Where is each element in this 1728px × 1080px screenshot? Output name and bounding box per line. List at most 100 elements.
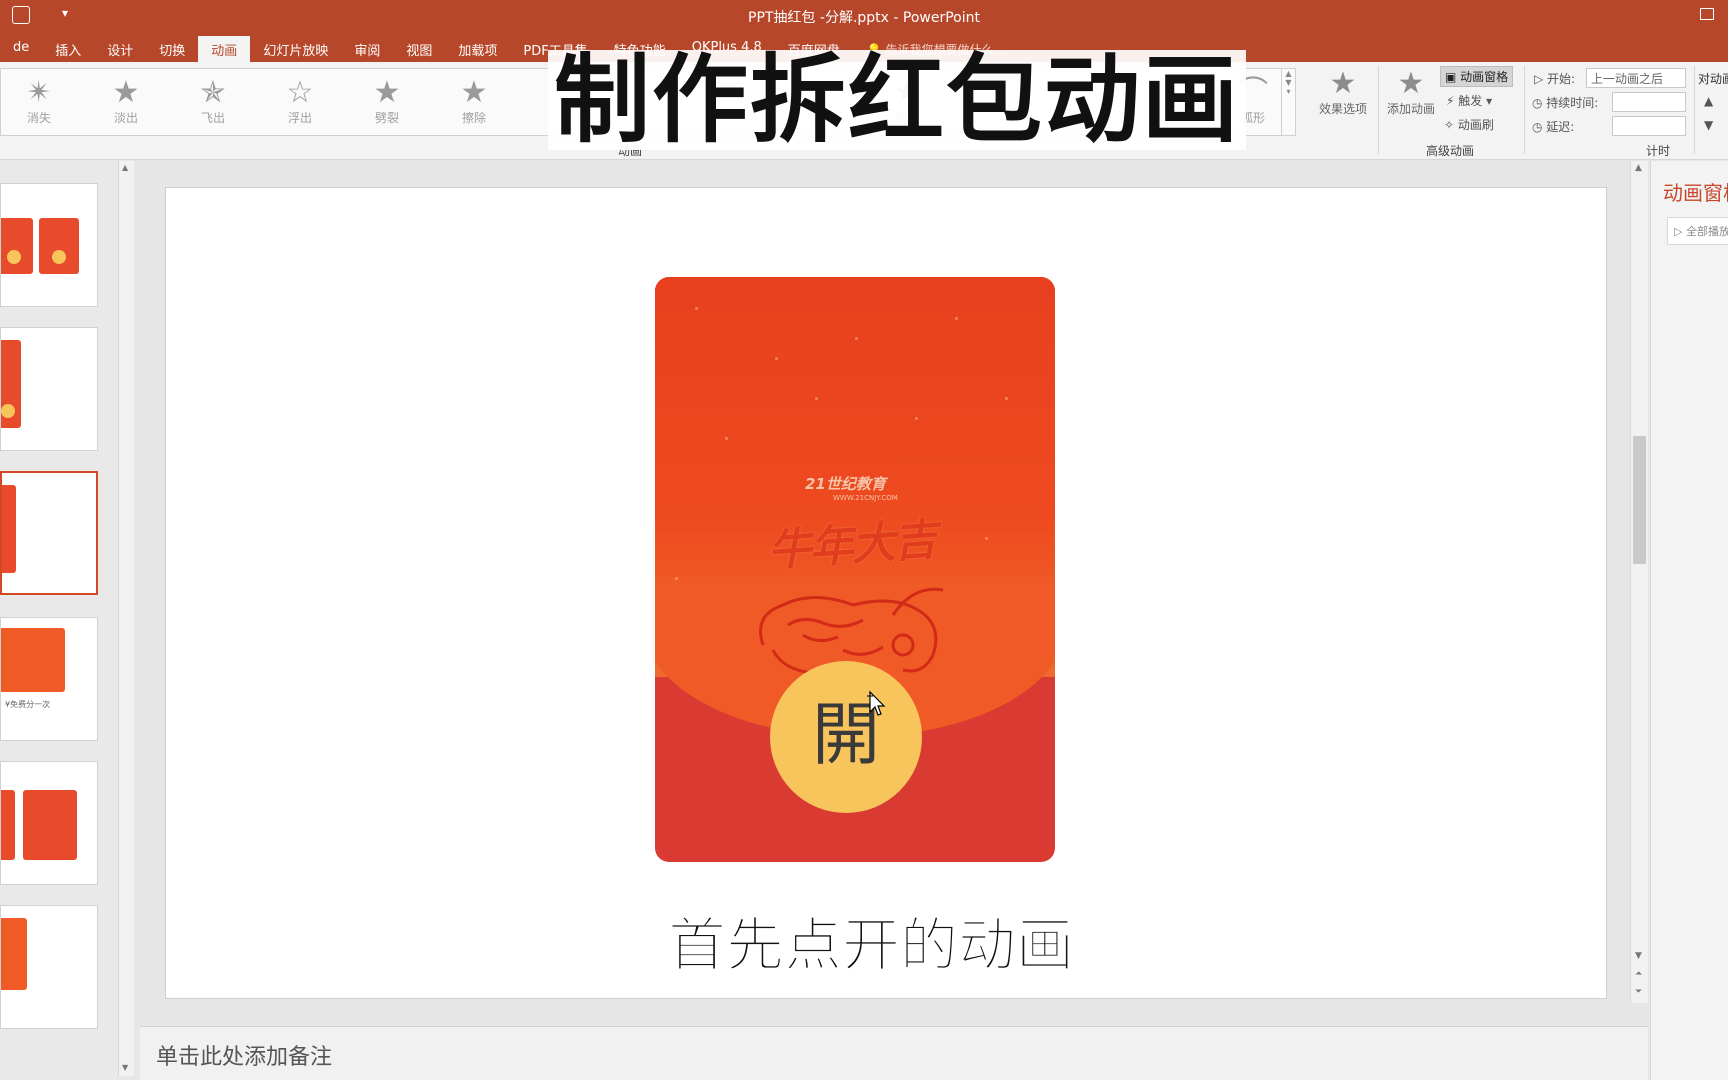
start-select[interactable]: 上一动画之后 bbox=[1586, 68, 1686, 88]
gallery-label: 浮出 bbox=[287, 111, 312, 125]
move-cursor-icon bbox=[867, 690, 886, 716]
clock-icon: ◷ bbox=[1532, 96, 1547, 110]
animation-pane-label: 动画窗格 bbox=[1460, 70, 1509, 84]
play-all-button[interactable]: ▷ 全部播放 bbox=[1667, 217, 1728, 245]
ribbon-separator bbox=[1694, 66, 1695, 154]
slide-thumbnail[interactable] bbox=[0, 761, 98, 885]
thumbnail-envelope bbox=[39, 218, 79, 274]
scroll-down-icon[interactable]: ▼ bbox=[122, 1063, 128, 1072]
tab-animations[interactable]: 动画 bbox=[198, 36, 251, 62]
scroll-thumb[interactable] bbox=[1633, 436, 1646, 564]
tab-view[interactable]: 视图 bbox=[393, 36, 445, 62]
trigger-button[interactable]: ⚡ 触发 ▾ bbox=[1446, 92, 1492, 109]
star-icon: ☆ bbox=[286, 75, 314, 110]
add-animation-button[interactable]: ★ 添加动画 bbox=[1380, 68, 1442, 117]
tab-addins[interactable]: 加载项 bbox=[445, 36, 510, 62]
scroll-up-icon[interactable]: ▲ bbox=[1635, 163, 1642, 173]
duration-label: ◷ 持续时间: bbox=[1532, 94, 1598, 111]
scroll-up-icon[interactable]: ▲ bbox=[122, 163, 128, 172]
gallery-label: 消失 bbox=[26, 111, 51, 125]
play-icon: ▷ bbox=[1674, 225, 1686, 238]
thumbnail-envelope bbox=[1, 218, 33, 274]
effect-options-label: 效果选项 bbox=[1318, 102, 1367, 116]
slide-thumbnail[interactable] bbox=[0, 905, 98, 1029]
tab-design[interactable]: 设计 bbox=[94, 36, 146, 62]
gallery-item-fade[interactable]: ★ 淡出 bbox=[96, 77, 156, 126]
notes-pane[interactable]: 单击此处添加备注 bbox=[140, 1026, 1648, 1080]
delay-input[interactable] bbox=[1612, 116, 1686, 136]
animation-painter-button[interactable]: ✧ 动画刷 bbox=[1444, 116, 1494, 133]
slide-thumbnail-selected[interactable] bbox=[0, 471, 98, 595]
slide-thumbnails-panel: ¥免费分一次 bbox=[0, 161, 122, 1080]
notes-placeholder: 单击此处添加备注 bbox=[156, 1045, 333, 1070]
add-animation-icon: ★ bbox=[1397, 66, 1425, 101]
tab-review[interactable]: 审阅 bbox=[341, 36, 393, 62]
gallery-item-split[interactable]: ★ 劈裂 bbox=[357, 77, 417, 126]
video-subtitle-caption: 首先点开的动画 bbox=[667, 911, 1075, 980]
animation-pane-button[interactable]: ▣ 动画窗格 bbox=[1440, 66, 1514, 87]
window-title: PPT抽红包 -分解.pptx - PowerPoint bbox=[748, 10, 980, 26]
ribbon-separator bbox=[1524, 66, 1525, 154]
thumbnails-scrollbar[interactable]: ▲ ▼ bbox=[118, 161, 134, 1076]
delay-label: ◷ 延迟: bbox=[1532, 118, 1574, 135]
slide-thumbnail[interactable] bbox=[0, 183, 98, 307]
gallery-label: 擦除 bbox=[461, 111, 486, 125]
thumbnail-envelope bbox=[1, 790, 15, 860]
start-label-text: 开始: bbox=[1547, 72, 1576, 86]
animation-painter-label: 动画刷 bbox=[1457, 118, 1494, 132]
brand-url: WWW.21CNJY.COM bbox=[833, 494, 898, 502]
star-icon: ★ bbox=[460, 75, 488, 110]
painter-icon: ✧ bbox=[1444, 118, 1458, 132]
tab-slideshow-partial[interactable]: de bbox=[0, 36, 42, 62]
previous-slide-icon[interactable]: ⏶ bbox=[1635, 969, 1642, 979]
thumbnail-envelope bbox=[23, 790, 77, 860]
clock-icon: ◷ bbox=[1532, 120, 1547, 134]
open-button[interactable]: 開 bbox=[770, 661, 922, 813]
duration-label-text: 持续时间: bbox=[1546, 96, 1599, 110]
move-earlier-icon[interactable]: ▲ bbox=[1704, 94, 1713, 108]
start-label: ▷ 开始: bbox=[1534, 70, 1575, 87]
effect-options-button[interactable]: ★ 效果选项 bbox=[1312, 68, 1374, 117]
star-icon: ★ bbox=[112, 75, 140, 110]
add-animation-label: 添加动画 bbox=[1386, 102, 1435, 116]
thumbnail-envelope bbox=[2, 485, 16, 573]
gallery-scroll[interactable]: ▲ ▼ ▾ bbox=[1281, 69, 1295, 135]
thumbnail-envelope bbox=[1, 340, 21, 428]
effect-options-icon: ★ bbox=[1329, 66, 1357, 101]
gallery-label: 淡出 bbox=[113, 111, 138, 125]
animation-task-pane: 动画窗格 ▷ 全部播放 bbox=[1650, 161, 1728, 1080]
video-title-caption: 制作拆红包动画 bbox=[548, 50, 1246, 150]
scroll-down-icon[interactable]: ▼ bbox=[1635, 951, 1642, 961]
restore-window-icon[interactable] bbox=[1700, 8, 1714, 20]
trigger-label: 触发 bbox=[1458, 94, 1483, 108]
gallery-label: 飞出 bbox=[200, 111, 225, 125]
play-icon: ▷ bbox=[1534, 72, 1548, 86]
group-label-advanced: 高级动画 bbox=[1426, 144, 1475, 158]
move-later-icon[interactable]: ▼ bbox=[1704, 118, 1713, 132]
lightning-icon: ⚡ bbox=[1446, 94, 1459, 108]
greeting-text: 牛年大吉 bbox=[765, 514, 937, 577]
star-icon: ✯ bbox=[200, 75, 226, 110]
brand-logo: 21世纪教育 bbox=[805, 475, 886, 493]
delay-label-text: 延迟: bbox=[1546, 120, 1575, 134]
slide-vertical-scrollbar[interactable]: ▲ ▼ ⏶ ⏷ bbox=[1630, 161, 1648, 1003]
powerpoint-window: ▾ PPT抽红包 -分解.pptx - PowerPoint de 插入 设计 … bbox=[0, 0, 1728, 1080]
group-label-timing: 计时 bbox=[1646, 144, 1671, 158]
gallery-label: 劈裂 bbox=[374, 111, 399, 125]
star-icon: ★ bbox=[373, 75, 401, 110]
next-slide-icon[interactable]: ⏷ bbox=[1635, 987, 1642, 997]
tab-slide-show[interactable]: 幻灯片放映 bbox=[250, 36, 341, 62]
gallery-item-float-out[interactable]: ☆ 浮出 bbox=[270, 77, 330, 126]
slide-thumbnail[interactable] bbox=[0, 327, 98, 451]
ribbon-separator bbox=[1378, 66, 1379, 154]
tab-insert[interactable]: 插入 bbox=[42, 36, 94, 62]
gallery-item-wipe[interactable]: ★ 擦除 bbox=[444, 77, 504, 126]
gallery-item-disappear[interactable]: ✴ 消失 bbox=[9, 77, 69, 126]
reorder-animation-label: 对动画 bbox=[1698, 72, 1728, 86]
duration-input[interactable] bbox=[1612, 92, 1686, 112]
slide-thumbnail[interactable]: ¥免费分一次 bbox=[0, 617, 98, 741]
thumbnail-envelope bbox=[1, 918, 27, 990]
gallery-item-fly-out[interactable]: ✯ 飞出 bbox=[183, 77, 243, 126]
tab-transitions[interactable]: 切换 bbox=[146, 36, 198, 62]
red-envelope[interactable]: 21世纪教育 WWW.21CNJY.COM 牛年大吉 開 bbox=[655, 277, 1055, 862]
